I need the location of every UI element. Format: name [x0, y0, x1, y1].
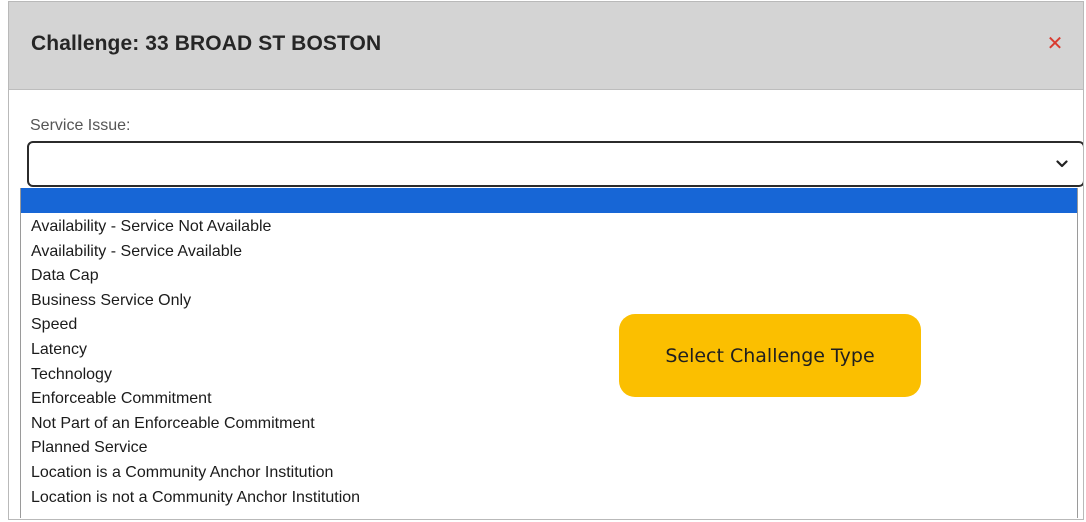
- dialog-header: Challenge: 33 BROAD ST BOSTON ✕: [9, 2, 1083, 90]
- dropdown-option[interactable]: Availability - Service Available: [21, 240, 1077, 265]
- dropdown-option[interactable]: Enforceable Commitment: [21, 387, 1077, 412]
- close-icon: ✕: [1046, 31, 1064, 55]
- close-button[interactable]: ✕: [1041, 28, 1069, 58]
- dropdown-option[interactable]: Location is not a Community Anchor Insti…: [21, 486, 1077, 511]
- service-issue-label: Service Issue:: [30, 117, 131, 134]
- dropdown-option[interactable]: Location is a Community Anchor Instituti…: [21, 461, 1077, 486]
- dropdown-option[interactable]: Business Service Only: [21, 289, 1077, 314]
- chevron-down-icon: [1053, 153, 1071, 175]
- select-challenge-type-callout: Select Challenge Type: [619, 314, 921, 397]
- dropdown-option[interactable]: Planned Service: [21, 436, 1077, 461]
- dropdown-option[interactable]: Data Cap: [21, 264, 1077, 289]
- service-issue-select[interactable]: [27, 141, 1083, 187]
- dropdown-option-blank-highlighted[interactable]: [21, 188, 1077, 213]
- dropdown-option[interactable]: Availability - Service Not Available: [21, 215, 1077, 240]
- dialog-title: Challenge: 33 BROAD ST BOSTON: [31, 32, 382, 55]
- dropdown-option[interactable]: Not Part of an Enforceable Commitment: [21, 412, 1077, 437]
